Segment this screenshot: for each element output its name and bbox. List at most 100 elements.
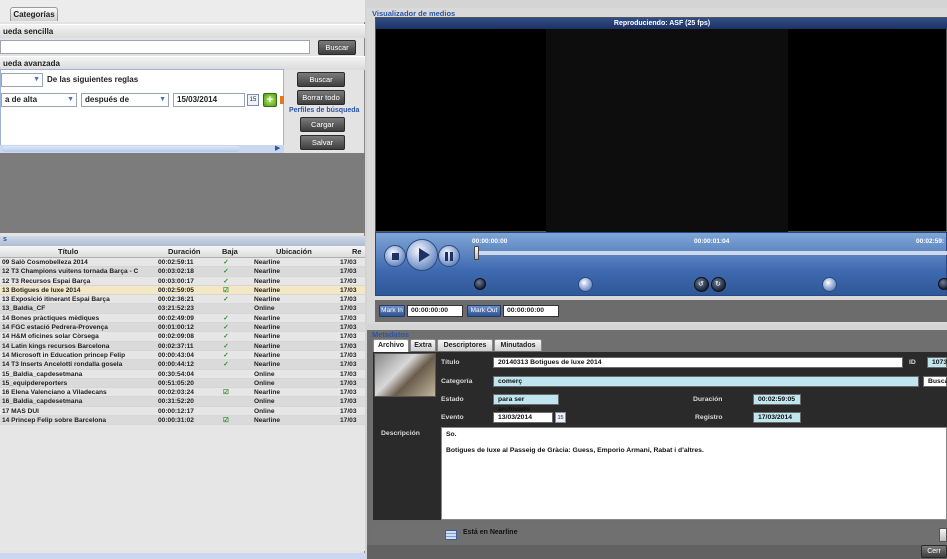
play-button[interactable]: [406, 239, 438, 271]
mark-out-button[interactable]: Mark Out: [467, 305, 501, 317]
col-header-registry[interactable]: Re: [352, 246, 362, 258]
side-handle[interactable]: [939, 528, 947, 542]
end-button[interactable]: [938, 278, 947, 290]
table-row[interactable]: 09 Salò Cosmobelleza 2014 00:02:59:11 ✓ Nea…: [0, 258, 365, 268]
cell-duration: 00:00:31:02: [158, 417, 194, 425]
video-canvas[interactable]: [546, 29, 788, 233]
rules-scrollbar-thumb[interactable]: [2, 146, 240, 152]
cell-duration: 00:02:36:21: [158, 296, 194, 304]
rule-match-select[interactable]: ▼: [1, 73, 43, 87]
add-rule-icon[interactable]: +: [263, 93, 277, 107]
record-button[interactable]: [474, 278, 486, 290]
chevron-down-icon: ▼: [159, 96, 166, 103]
frame-back-button[interactable]: ↺: [694, 277, 709, 292]
stop-button[interactable]: [384, 245, 406, 267]
cell-registry: 17/03: [340, 417, 357, 425]
table-row[interactable]: 14 Latin kings recursos Barcelona 00:02:3…: [0, 341, 365, 351]
table-row[interactable]: 14 Princep Felip sobre Barcelona 00:00:31…: [0, 416, 365, 426]
col-header-title[interactable]: Título: [58, 246, 78, 258]
category-search-button[interactable]: Busca: [923, 376, 947, 387]
cell-title: 15_equipdereporters: [2, 379, 68, 387]
calendar-icon[interactable]: 15: [555, 412, 566, 423]
mark-out-field[interactable]: 00:00:00:00: [503, 305, 559, 317]
table-row[interactable]: 12 T3 Champions vuitens tornada Barça - …: [0, 267, 365, 277]
table-row[interactable]: 14 FGC estació Pedrera-Provença 00:01:00:…: [0, 323, 365, 333]
tab-archivo[interactable]: Archivo: [373, 339, 409, 352]
video-frame[interactable]: Reproduciendo: ASF (25 fps): [375, 17, 947, 233]
description-textarea[interactable]: So. Botigues de luxe al Passeig de Gràci…: [441, 427, 947, 520]
rewind-button[interactable]: «: [578, 277, 593, 292]
table-row[interactable]: 14 Microsoft in Education princep Felip 0…: [0, 351, 365, 361]
date-input[interactable]: 15/03/2014: [173, 93, 245, 107]
playhead-handle[interactable]: [474, 246, 479, 260]
operator-select[interactable]: después de ▼: [81, 93, 169, 107]
state-field[interactable]: para ser archivado: [493, 394, 559, 413]
table-row[interactable]: 17 MAS DUI 00:00:12:17 Online 17/03: [0, 407, 365, 417]
col-header-duration[interactable]: Duración: [168, 246, 201, 258]
table-row[interactable]: 16_Baldia_capdesetmana 00:31:52:20 Online 1…: [0, 397, 365, 407]
col-header-baja[interactable]: Baja: [222, 246, 238, 258]
nearline-status-text: Está en Nearline: [463, 529, 518, 536]
advanced-search-title: ueda avanzada: [0, 56, 365, 70]
fast-forward-button[interactable]: »: [822, 277, 837, 292]
cell-title: 14 T3 Inserts Ancelotti rondalla gosela: [2, 361, 123, 369]
media-thumbnail: [374, 353, 436, 397]
cell-location: Nearline: [254, 342, 281, 350]
frame-back-icon: ↺: [698, 281, 704, 288]
pause-button[interactable]: [438, 245, 460, 267]
cell-title: 14 H&M oficines solar Còrsega: [2, 333, 99, 341]
timeline-track[interactable]: [474, 251, 947, 255]
cell-baja: ✓: [223, 361, 229, 369]
table-row[interactable]: 15_Baldia_capdesetmana 00:30:54:04 Online 1…: [0, 370, 365, 379]
mark-in-field[interactable]: 00:00:00:00: [407, 305, 463, 317]
tab-minutados[interactable]: Minutados: [494, 339, 542, 351]
table-row[interactable]: 15_equipdereporters 00:51:05:20 Online 17/0…: [0, 378, 365, 389]
mark-in-button[interactable]: Mark In: [379, 305, 405, 317]
simple-search-button[interactable]: Buscar: [318, 40, 356, 55]
cell-registry: 17/03: [340, 342, 357, 350]
category-label: Categoría: [441, 378, 473, 385]
calendar-icon[interactable]: 15: [247, 94, 259, 106]
play-icon: [419, 248, 430, 262]
load-profile-button[interactable]: Cargar: [300, 117, 345, 132]
results-grid-header: Título Duración Baja Ubicación Re: [0, 246, 365, 258]
advanced-search-button[interactable]: Buscar: [297, 72, 345, 87]
clear-all-button[interactable]: Borrar todo: [297, 90, 345, 105]
save-profile-button[interactable]: Salvar: [300, 135, 345, 150]
cell-location: Nearline: [254, 314, 281, 322]
table-row[interactable]: 12 T3 Recursos Espai Barça 00:03:00:17 ✓ Ne…: [0, 277, 365, 286]
tab-categories[interactable]: Categorías: [10, 7, 58, 21]
frame-forward-button[interactable]: ↻: [711, 277, 726, 292]
search-profiles-title: Perfiles de búsqueda: [289, 107, 360, 114]
table-row[interactable]: 16 Elena Valenciano a Viladecans 00:02:03…: [0, 388, 365, 398]
timecode-end: 00:02:59:: [916, 238, 945, 245]
table-row[interactable]: 14 H&M oficines solar Còrsega 00:02:09:08…: [0, 332, 365, 342]
metadata-footer: Cerr: [367, 545, 947, 559]
results-grid-body: 09 Salò Cosmobelleza 2014 00:02:59:11 ✓ Nea…: [0, 258, 365, 426]
table-row[interactable]: 13_Baldia_CF 03:21:52:23 Online 17/03: [0, 304, 365, 314]
event-date-field[interactable]: 13/03/2014: [493, 412, 553, 423]
table-row[interactable]: 14 Bones pràctiques mèdiques 00:02:49:09 ✓…: [0, 314, 365, 324]
chevron-right-icon[interactable]: ▶: [275, 145, 280, 153]
table-row[interactable]: 13 Botigues de luxe 2014 00:02:59:05 ☑ Near…: [0, 285, 365, 296]
category-field[interactable]: comerç: [493, 376, 919, 387]
field-select[interactable]: a de alta ▼: [1, 93, 77, 107]
close-button[interactable]: Cerr: [921, 545, 947, 558]
timecode-start: 00:00:00:00: [472, 238, 508, 245]
cell-title: 14 FGC estació Pedrera-Provença: [2, 324, 108, 332]
col-header-location[interactable]: Ubicación: [276, 246, 312, 258]
rule-indicator-icon: [280, 96, 284, 104]
tab-extra[interactable]: Extra: [410, 339, 436, 351]
cell-location: Nearline: [254, 361, 281, 369]
title-field[interactable]: 20140313 Botigues de luxe 2014: [493, 357, 903, 368]
simple-search-input[interactable]: [0, 40, 310, 54]
table-row[interactable]: 13 Exposició itinerant Espai Barça 00:02:…: [0, 295, 365, 305]
cell-location: Online: [254, 407, 275, 415]
rules-scrollbar[interactable]: ▶: [0, 145, 284, 153]
results-scrollbar[interactable]: [0, 553, 365, 559]
registry-field: 17/03/2014: [753, 412, 801, 423]
id-label: ID: [909, 359, 916, 366]
table-row[interactable]: 14 T3 Inserts Ancelotti rondalla gosela 0…: [0, 360, 365, 370]
tab-descriptores[interactable]: Descriptores: [437, 339, 493, 351]
field-select-value: a de alta: [5, 95, 38, 104]
